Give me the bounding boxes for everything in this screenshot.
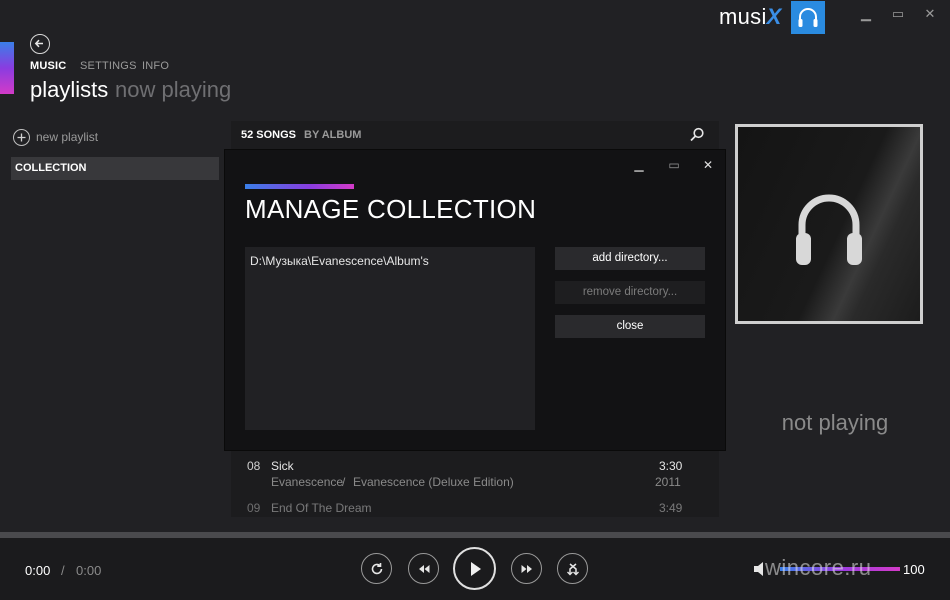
- tab-playlists[interactable]: playlists: [30, 77, 108, 103]
- next-button[interactable]: [511, 553, 542, 584]
- add-directory-button[interactable]: add directory...: [555, 247, 705, 270]
- track-title: Sick: [271, 459, 294, 473]
- table-row[interactable]: 09 End Of The Dream 3:49: [247, 501, 687, 517]
- track-duration: 3:30: [659, 459, 683, 473]
- repeat-button[interactable]: [361, 553, 392, 584]
- new-playlist-button[interactable]: new playlist: [13, 128, 98, 146]
- table-row[interactable]: 08 Sick Evanescence / Evanescence (Delux…: [247, 459, 687, 495]
- headphones-placeholder-icon: [796, 194, 862, 265]
- fast-forward-icon: [521, 564, 532, 573]
- search-icon[interactable]: [689, 127, 705, 143]
- play-icon: [470, 561, 481, 576]
- new-playlist-label: new playlist: [36, 130, 99, 144]
- accent-strip: [0, 42, 14, 94]
- tab-now-playing[interactable]: now playing: [115, 77, 231, 103]
- sidebar-item-collection[interactable]: COLLECTION: [11, 157, 219, 180]
- plus-icon: [13, 128, 30, 146]
- songs-count: 52 SONGS: [241, 129, 297, 141]
- track-number: 09: [247, 501, 261, 515]
- total-time: 0:00: [76, 563, 102, 578]
- track-title: End Of The Dream: [271, 501, 372, 515]
- now-playing-status: not playing: [781, 410, 889, 435]
- repeat-icon: [371, 562, 382, 574]
- back-button[interactable]: [30, 34, 50, 54]
- maximize-button[interactable]: ▭: [888, 6, 908, 24]
- watermark: wincore.ru: [765, 555, 872, 580]
- pivot-music[interactable]: MUSIC: [30, 60, 66, 72]
- dialog-title: MANAGE COLLECTION: [245, 194, 537, 224]
- sort-by-album[interactable]: BY ALBUM: [304, 129, 361, 141]
- track-album: Evanescence (Deluxe Edition): [353, 475, 514, 489]
- pivot-info[interactable]: INFO: [142, 60, 169, 72]
- dialog-close-icon[interactable]: ✕: [699, 158, 717, 174]
- remove-directory-button[interactable]: remove directory...: [555, 281, 705, 304]
- time-separator: /: [61, 563, 65, 578]
- track-artist: Evanescence: [271, 475, 344, 489]
- track-number: 08: [247, 459, 261, 473]
- close-window-button[interactable]: ✕: [920, 6, 940, 24]
- play-button[interactable]: [453, 547, 496, 590]
- manage-collection-dialog: ▁ ▭ ✕ MANAGE COLLECTION D:\Музыка\Evanes…: [225, 150, 725, 450]
- minimize-button[interactable]: ▁: [856, 6, 876, 24]
- pivot-settings[interactable]: SETTINGS: [80, 60, 137, 72]
- close-dialog-button[interactable]: close: [555, 315, 705, 338]
- arrow-left-icon: [34, 39, 43, 48]
- app-brand: musiX: [719, 4, 782, 29]
- directory-item[interactable]: D:\Музыка\Evanescence\Album's: [250, 254, 429, 268]
- previous-button[interactable]: [408, 553, 439, 584]
- dialog-maximize-button[interactable]: ▭: [665, 158, 683, 174]
- rewind-icon: [418, 564, 429, 573]
- directory-list[interactable]: D:\Музыка\Evanescence\Album's: [245, 247, 535, 430]
- shuffle-button[interactable]: [557, 553, 588, 584]
- volume-value: 100: [903, 562, 925, 577]
- shuffle-icon: [566, 562, 579, 575]
- dialog-accent-bar: [245, 184, 354, 189]
- track-year: 2011: [655, 475, 681, 489]
- dialog-minimize-button[interactable]: ▁: [630, 158, 648, 174]
- track-duration: 3:49: [659, 501, 683, 515]
- headphones-logo-icon: [791, 1, 825, 34]
- current-time: 0:00: [25, 563, 51, 578]
- album-art: [735, 124, 923, 324]
- artist-album-separator: /: [342, 475, 346, 489]
